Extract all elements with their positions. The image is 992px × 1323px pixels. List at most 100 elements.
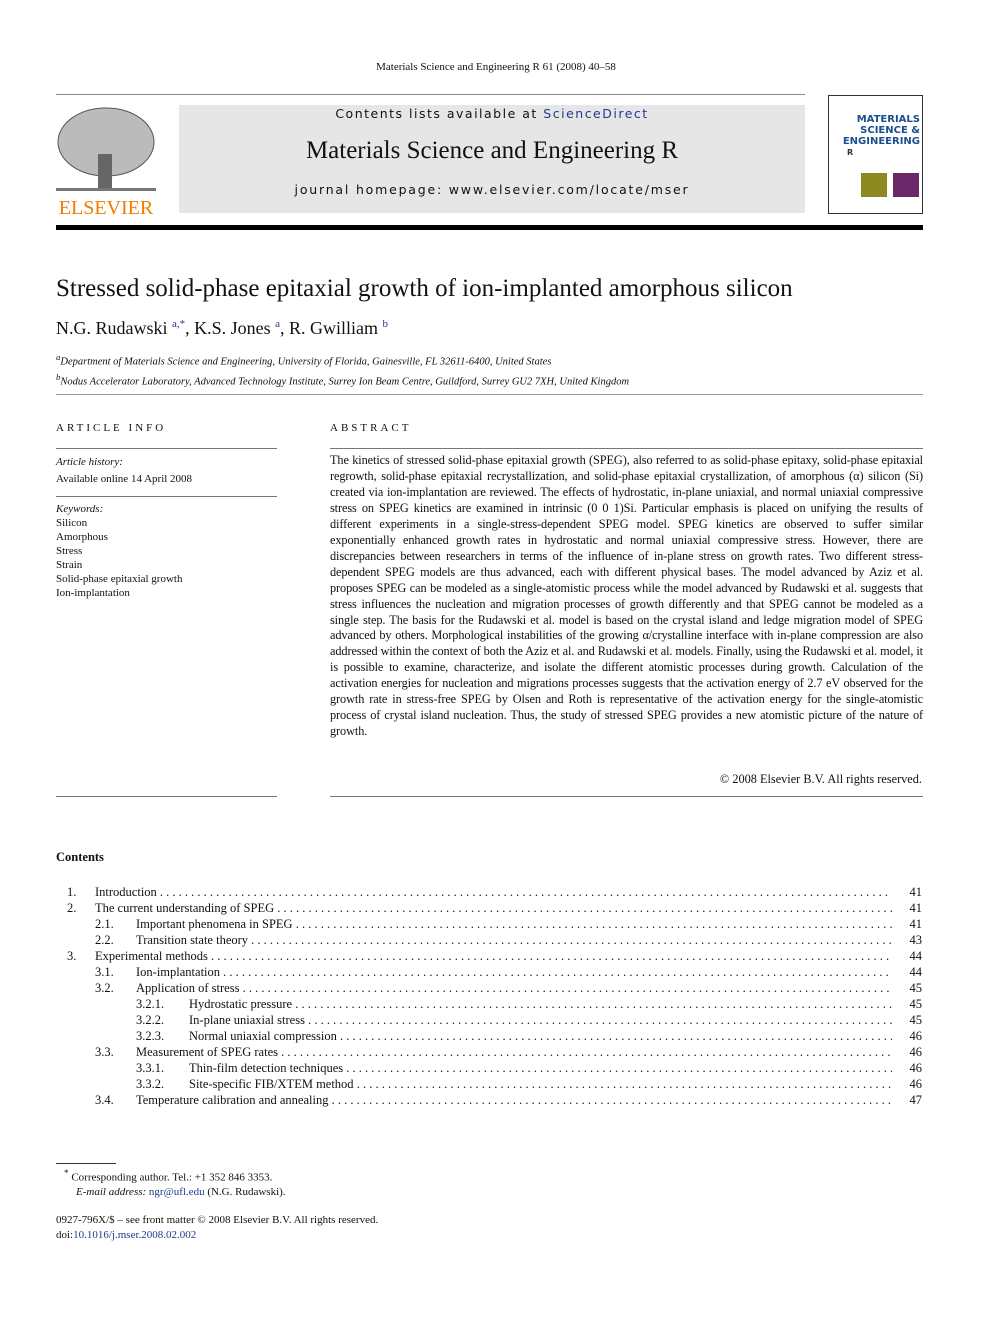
article-info-heading: ARTICLE INFO xyxy=(56,422,167,434)
author[interactable]: K.S. Jones xyxy=(194,318,271,338)
toc-page: 46 xyxy=(909,1077,923,1091)
toc-title[interactable]: Site-specific FIB/XTEM method xyxy=(189,1077,892,1092)
toc-number: 1. xyxy=(67,885,77,899)
article-title: Stressed solid-phase epitaxial growth of… xyxy=(56,275,793,302)
email-label: E-mail address: xyxy=(76,1185,147,1198)
toc-number: 3.2.1. xyxy=(136,997,165,1011)
keyword: Stress xyxy=(56,545,83,557)
toc-entry[interactable]: 3.2.3. Normal uniaxial compression 46 xyxy=(56,1029,922,1045)
toc-number: 2.2. xyxy=(95,933,114,947)
keyword: Ion-implantation xyxy=(56,587,130,599)
cover-title: MATERIALS xyxy=(856,114,920,125)
toc-entry[interactable]: 3.2.2. In-plane uniaxial stress 45 xyxy=(56,1013,922,1029)
divider xyxy=(56,394,923,395)
affiliation: Department of Materials Science and Engi… xyxy=(60,356,552,368)
author-list: N.G. Rudawski a,*, K.S. Jones a, R. Gwil… xyxy=(56,318,389,338)
elsevier-logo: ELSEVIER xyxy=(56,104,156,219)
toc-entry[interactable]: 3.4. Temperature calibration and annealin… xyxy=(56,1093,922,1109)
keywords-label: Keywords: xyxy=(56,503,104,515)
cover-title: ENGINEERING xyxy=(842,136,920,147)
doi-link[interactable]: 10.1016/j.mser.2008.02.002 xyxy=(73,1229,196,1241)
toc-entry[interactable]: 2.2. Transition state theory 43 xyxy=(56,933,922,949)
toc-number: 3.2.3. xyxy=(136,1029,165,1043)
toc-page: 41 xyxy=(909,917,923,931)
cover-letter: R xyxy=(847,148,854,157)
toc-title[interactable]: Thin-film detection techniques xyxy=(189,1061,892,1076)
toc-title[interactable]: Measurement of SPEG rates xyxy=(136,1045,892,1060)
toc-page: 46 xyxy=(909,1045,923,1059)
toc-page: 45 xyxy=(909,1013,923,1027)
article-history: Article history: Available online 14 Apri… xyxy=(56,454,192,488)
toc-page: 47 xyxy=(909,1093,923,1107)
toc-entry[interactable]: 2. The current understanding of SPEG 41 xyxy=(56,901,922,917)
running-header: Materials Science and Engineering R 61 (… xyxy=(376,61,616,73)
toc-title[interactable]: Hydrostatic pressure xyxy=(189,997,892,1012)
affiliation: Nodus Accelerator Laboratory, Advanced T… xyxy=(60,376,630,387)
header-rule xyxy=(56,225,923,230)
toc-title[interactable]: Transition state theory xyxy=(136,933,892,948)
divider xyxy=(56,94,805,95)
author-sup[interactable]: b xyxy=(383,318,389,330)
author-sup[interactable]: a,* xyxy=(172,318,185,330)
toc-number: 3.2. xyxy=(95,981,114,995)
contents-prefix: Contents lists available at xyxy=(335,106,544,121)
toc-entry[interactable]: 3.3. Measurement of SPEG rates 46 xyxy=(56,1045,922,1061)
toc-number: 3.3.2. xyxy=(136,1077,165,1091)
email-link[interactable]: ngr@ufl.edu xyxy=(149,1186,205,1198)
toc-title[interactable]: Introduction xyxy=(95,885,892,900)
sciencedirect-link[interactable]: ScienceDirect xyxy=(543,106,648,121)
divider xyxy=(330,796,923,797)
divider xyxy=(56,496,277,497)
toc-title[interactable]: Important phenomena in SPEG xyxy=(136,917,892,932)
toc-title[interactable]: Temperature calibration and annealing xyxy=(136,1093,892,1108)
toc-entry[interactable]: 2.1. Important phenomena in SPEG 41 xyxy=(56,917,922,933)
toc-number: 3.4. xyxy=(95,1093,114,1107)
journal-banner: Contents lists available at ScienceDirec… xyxy=(179,105,805,213)
toc-title[interactable]: Application of stress xyxy=(136,981,892,996)
toc-page: 46 xyxy=(909,1061,923,1075)
cover-title: SCIENCE & xyxy=(860,125,920,136)
toc-entry[interactable]: 3.3.2. Site-specific FIB/XTEM method 46 xyxy=(56,1077,922,1093)
history-label: Article history: xyxy=(56,456,123,468)
divider xyxy=(330,448,923,449)
author-sup[interactable]: a xyxy=(275,318,280,330)
toc-page: 45 xyxy=(909,981,923,995)
footnote: * Corresponding author. Tel.: +1 352 846… xyxy=(64,1166,286,1199)
toc-title[interactable]: The current understanding of SPEG xyxy=(95,901,892,916)
toc-title[interactable]: Ion-implantation xyxy=(136,965,892,980)
toc-entry[interactable]: 3.1. Ion-implantation 44 xyxy=(56,965,922,981)
history-value: Available online 14 April 2008 xyxy=(56,473,193,485)
keyword: Strain xyxy=(56,559,83,571)
author[interactable]: N.G. Rudawski xyxy=(56,318,168,338)
journal-homepage[interactable]: journal homepage: www.elsevier.com/locat… xyxy=(179,182,805,197)
toc-title[interactable]: Normal uniaxial compression xyxy=(189,1029,892,1044)
toc-number: 3.2.2. xyxy=(136,1013,165,1027)
toc-entry[interactable]: 3.2.1. Hydrostatic pressure 45 xyxy=(56,997,922,1013)
doi-prefix: doi: xyxy=(56,1229,74,1241)
divider xyxy=(56,448,277,449)
toc-number: 3.3. xyxy=(95,1045,114,1059)
toc-page: 44 xyxy=(909,949,923,963)
affiliations: aDepartment of Materials Science and Eng… xyxy=(56,350,629,389)
footer: 0927-796X/$ – see front matter © 2008 El… xyxy=(56,1213,378,1243)
toc-entry[interactable]: 3.3.1. Thin-film detection techniques 46 xyxy=(56,1061,922,1077)
email-suffix: (N.G. Rudawski). xyxy=(207,1185,286,1198)
abstract-heading: ABSTRACT xyxy=(330,422,412,434)
toc-number: 3. xyxy=(67,949,77,963)
issn: 0927-796X/$ – see front matter © 2008 El… xyxy=(56,1214,379,1226)
keyword: Silicon xyxy=(56,517,88,529)
toc-entry[interactable]: 3. Experimental methods 44 xyxy=(56,949,922,965)
toc-entry[interactable]: 1. Introduction 41 xyxy=(56,885,922,901)
keywords: Keywords: Silicon Amorphous Stress Strai… xyxy=(56,502,182,600)
toc-entry[interactable]: 3.2. Application of stress 45 xyxy=(56,981,922,997)
footnote-mark: * xyxy=(64,1168,69,1178)
toc-title[interactable]: Experimental methods xyxy=(95,949,892,964)
copyright: © 2008 Elsevier B.V. All rights reserved… xyxy=(719,772,922,786)
toc-title[interactable]: In-plane uniaxial stress xyxy=(189,1013,892,1028)
author[interactable]: R. Gwilliam xyxy=(289,318,378,338)
page: Materials Science and Engineering R 61 (… xyxy=(0,0,992,1323)
abstract-text: The kinetics of stressed solid-phase epi… xyxy=(330,453,923,739)
keyword: Amorphous xyxy=(56,531,108,543)
toc-number: 2.1. xyxy=(95,917,114,931)
divider xyxy=(56,1163,116,1164)
